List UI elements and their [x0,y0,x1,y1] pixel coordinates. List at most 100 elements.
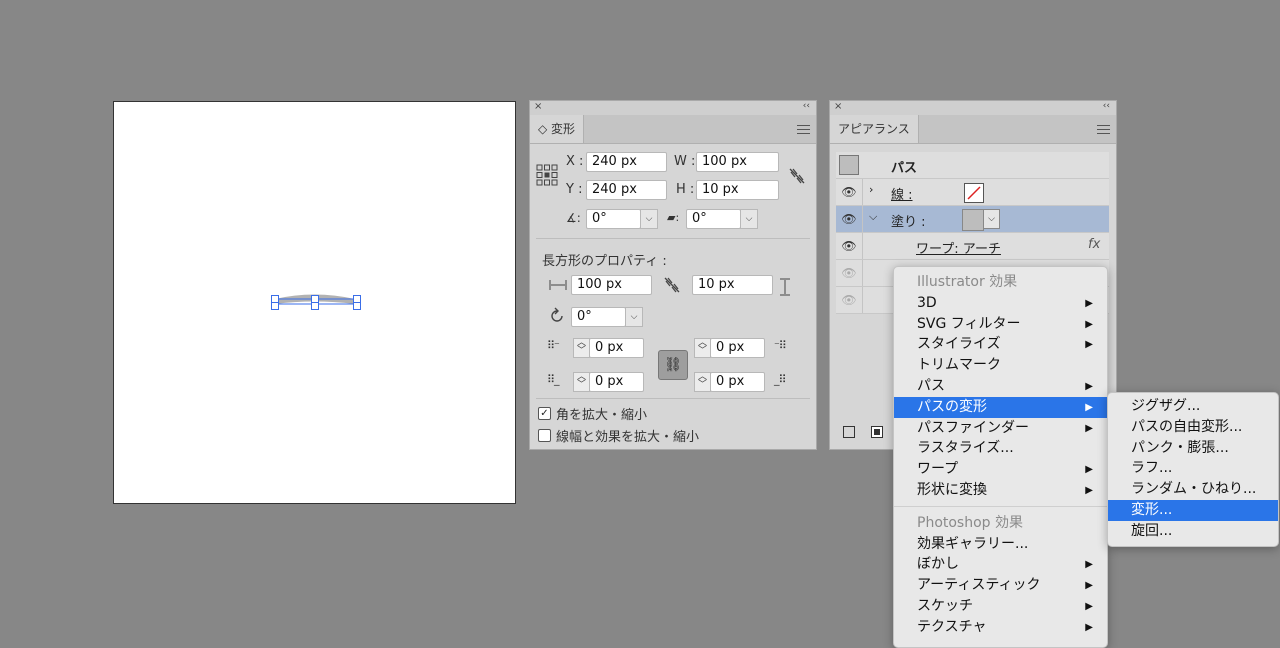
stroke-row[interactable]: 👁 › 線 : [836,179,1109,206]
tab-appearance[interactable]: アピアランス [830,115,919,143]
submenu-item[interactable]: パンク・膨張... [1108,438,1278,459]
fill-label[interactable]: 塗り : [891,211,926,230]
submenu-arrow-icon: ▶ [1085,464,1093,476]
angle-dropdown-chevron-icon[interactable]: ⌵ [640,209,658,229]
menu-item[interactable]: ぼかし ▶ [894,554,1107,575]
menu-item[interactable]: パスファインダー ▶ [894,418,1107,439]
path-thumbnail [839,155,859,175]
unlink-icon[interactable] [788,167,806,185]
x-label: X : [566,154,584,169]
scale-strokes-checkbox[interactable] [538,429,551,442]
menu-item[interactable]: SVG フィルター ▶ [894,314,1107,335]
fill-swatch-chevron-icon[interactable]: ⌵ [983,209,1000,229]
selection-handle[interactable] [311,302,319,310]
angle-input[interactable]: 0° [586,209,641,229]
rect-height-input[interactable]: 10 px [692,275,773,295]
eye-icon[interactable]: 👁 [836,287,863,313]
panel-menu-icon[interactable] [1097,122,1110,137]
artboard[interactable] [113,101,516,504]
y-input[interactable]: 240 px [586,180,667,200]
eye-icon[interactable]: 👁 [836,179,863,205]
scale-strokes-label: 線幅と効果を拡大・縮小 [556,430,700,445]
corner-br-input[interactable]: 0 px [710,372,765,392]
submenu-item[interactable]: ラフ... [1108,458,1278,479]
menu-item[interactable]: トリムマーク [894,355,1107,376]
fx-icon[interactable]: fx [1088,237,1100,252]
fill-row[interactable]: 👁 ⌵ 塗り : ⌵ [836,206,1109,233]
tab-transform[interactable]: ◇ 変形 [530,115,585,143]
panel-titlebar: × ‹‹ [530,101,816,115]
menu-item[interactable]: ラスタライズ... [894,438,1107,459]
menu-item-label: トリムマーク [917,357,1001,374]
menu-item[interactable]: スケッチ ▶ [894,596,1107,617]
rect-angle-dropdown-chevron-icon[interactable]: ⌵ [625,307,643,327]
panel-menu-icon[interactable] [797,122,810,137]
menu-item-label: ジグザグ... [1131,398,1201,414]
add-fill-icon[interactable] [871,426,883,438]
x-input[interactable]: 240 px [586,152,667,172]
menu-item-label: パスの自由変形... [1131,418,1243,435]
corner-tl-stepper[interactable]: ︿ ﹀ [573,338,590,358]
height-arrows-icon [780,278,790,296]
chevron-down-icon[interactable]: ⌵ [869,210,877,224]
rect-width-input[interactable]: 100 px [571,275,652,295]
link-corners-icon[interactable]: ⛓ [658,350,688,380]
unlink-dimensions-icon[interactable] [663,276,681,294]
menu-item-label: Illustrator 効果 [917,274,1018,290]
menu-item[interactable]: 効果ギャラリー... [894,534,1107,555]
close-icon[interactable]: × [834,101,842,112]
submenu-arrow-icon: ▶ [1085,401,1093,413]
w-input[interactable]: 100 px [696,152,779,172]
h-input[interactable]: 10 px [696,180,779,200]
warp-effect-label[interactable]: ワープ: アーチ [916,238,1001,257]
menu-item[interactable]: パス ▶ [894,376,1107,397]
submenu-item[interactable]: 旋回... [1108,521,1278,542]
menu-item[interactable]: パスの変形 ▶ [894,396,1107,418]
w-label: W : [674,154,696,169]
corner-br-stepper[interactable]: ︿ ﹀ [694,372,711,392]
y-label: Y : [566,182,583,197]
collapse-icon[interactable]: ‹‹ [1103,101,1110,111]
stroke-swatch[interactable] [964,183,984,203]
tab-bar: アピアランス [830,115,1116,144]
submenu-item[interactable]: 変形... [1108,500,1278,521]
add-stroke-icon[interactable] [843,426,855,438]
corner-bl-stepper[interactable]: ︿ ﹀ [573,372,590,392]
shear-dropdown-chevron-icon[interactable]: ⌵ [740,209,758,229]
menu-item[interactable]: スタイライズ ▶ [894,334,1107,355]
menu-item[interactable]: テクスチャ ▶ [894,617,1107,638]
menu-item[interactable]: アーティスティック ▶ [894,575,1107,596]
corner-tr-stepper[interactable]: ︿ ﹀ [694,338,711,358]
eye-icon[interactable]: 👁 [836,206,863,232]
submenu-arrow-icon: ▶ [1085,422,1093,434]
close-icon[interactable]: × [534,101,542,112]
eye-icon[interactable]: 👁 [836,233,863,259]
menu-item-label: パンク・膨張... [1131,439,1229,456]
submenu-item[interactable]: ジグザグ... [1108,396,1278,417]
eye-icon[interactable]: 👁 [836,260,863,286]
submenu-item[interactable]: ランダム・ひねり... [1108,479,1278,500]
menu-item-label: ランダム・ひねり... [1131,481,1257,498]
chevron-right-icon[interactable]: › [869,183,873,196]
stroke-label[interactable]: 線 : [891,184,913,203]
corner-bl-input[interactable]: 0 px [589,372,644,392]
submenu-arrow-icon: ▶ [1085,601,1093,612]
menu-item[interactable]: 3D ▶ [894,293,1107,314]
rect-angle-input[interactable]: 0° [571,307,626,327]
angle-icon: ∡: [566,211,581,225]
submenu-item[interactable]: パスの自由変形... [1108,417,1278,438]
selection-handle[interactable] [271,302,279,310]
menu-item[interactable]: 形状に変換 ▶ [894,480,1107,501]
selection-handle[interactable] [353,302,361,310]
fill-swatch[interactable] [962,209,984,231]
scale-corners-checkbox[interactable]: ✓ [538,407,551,420]
shear-input[interactable]: 0° [686,209,741,229]
corner-bl-icon: ⠿_ [547,373,560,386]
reference-point-icon[interactable] [536,164,558,186]
warp-row[interactable]: 👁 ワープ: アーチ fx [836,233,1109,260]
menu-item-label: パス [917,378,945,394]
menu-item[interactable]: ワープ ▶ [894,459,1107,480]
collapse-icon[interactable]: ‹‹ [803,101,810,111]
corner-tr-input[interactable]: 0 px [710,338,765,358]
corner-tl-input[interactable]: 0 px [589,338,644,358]
